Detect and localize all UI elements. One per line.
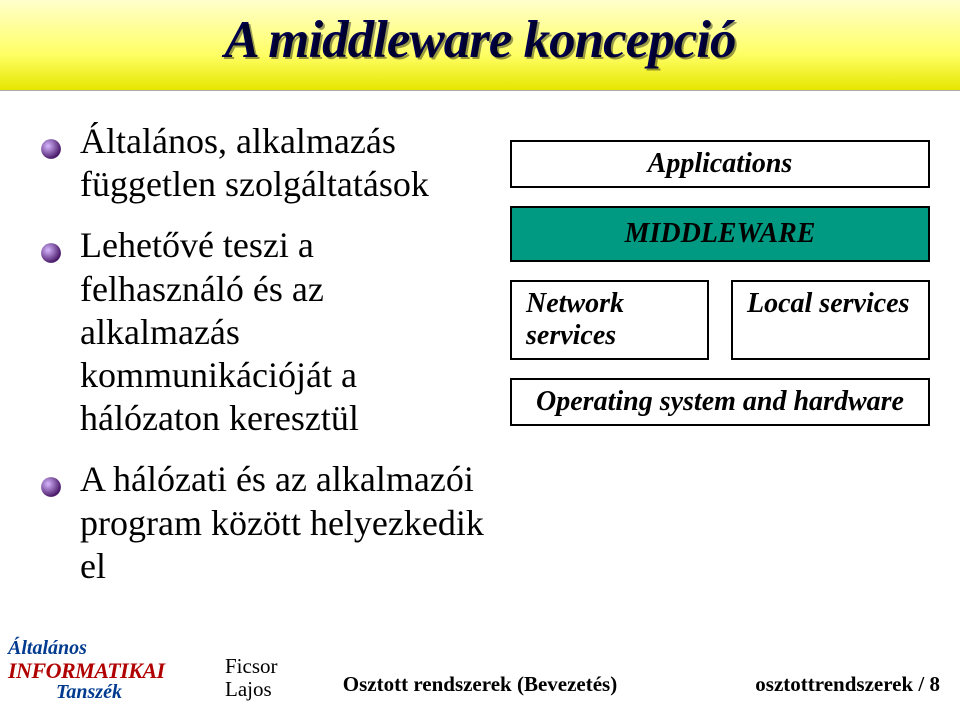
title-shadow: A middleware koncepció (2, 12, 960, 72)
bullet-text: Általános, alkalmazás független szolgált… (80, 121, 429, 204)
layer-applications: Applications (510, 140, 930, 188)
bullet-text: Lehetővé teszi a felhasználó és az alkal… (80, 225, 359, 438)
bullet-icon (40, 127, 62, 149)
architecture-diagram: Applications MIDDLEWARE Network services… (510, 140, 930, 444)
bullet-icon (40, 465, 62, 487)
bullet-text: A hálózati és az alkalmazói program közö… (80, 459, 484, 585)
logo-line1: Általános (8, 638, 188, 659)
slide: A middleware koncepció A middleware konc… (0, 0, 960, 715)
list-item: Általános, alkalmazás független szolgált… (35, 120, 485, 206)
layer-middleware: MIDDLEWARE (510, 206, 930, 262)
layer-os-hardware: Operating system and hardware (510, 378, 930, 426)
bullet-icon (40, 231, 62, 253)
bullet-list: Általános, alkalmazás független szolgált… (35, 120, 485, 606)
slide-title: A middleware koncepció A middleware konc… (0, 10, 960, 70)
separator: / (913, 672, 929, 696)
page-num: 8 (930, 672, 941, 696)
services-row: Network services Local services (510, 280, 930, 360)
layer-local-services: Local services (731, 280, 930, 360)
list-item: A hálózati és az alkalmazói program közö… (35, 458, 485, 588)
deck-name: osztottrendszerek (755, 672, 913, 696)
layer-network-services: Network services (510, 280, 709, 360)
list-item: Lehetővé teszi a felhasználó és az alkal… (35, 224, 485, 440)
page-number: osztottrendszerek / 8 (755, 672, 940, 697)
